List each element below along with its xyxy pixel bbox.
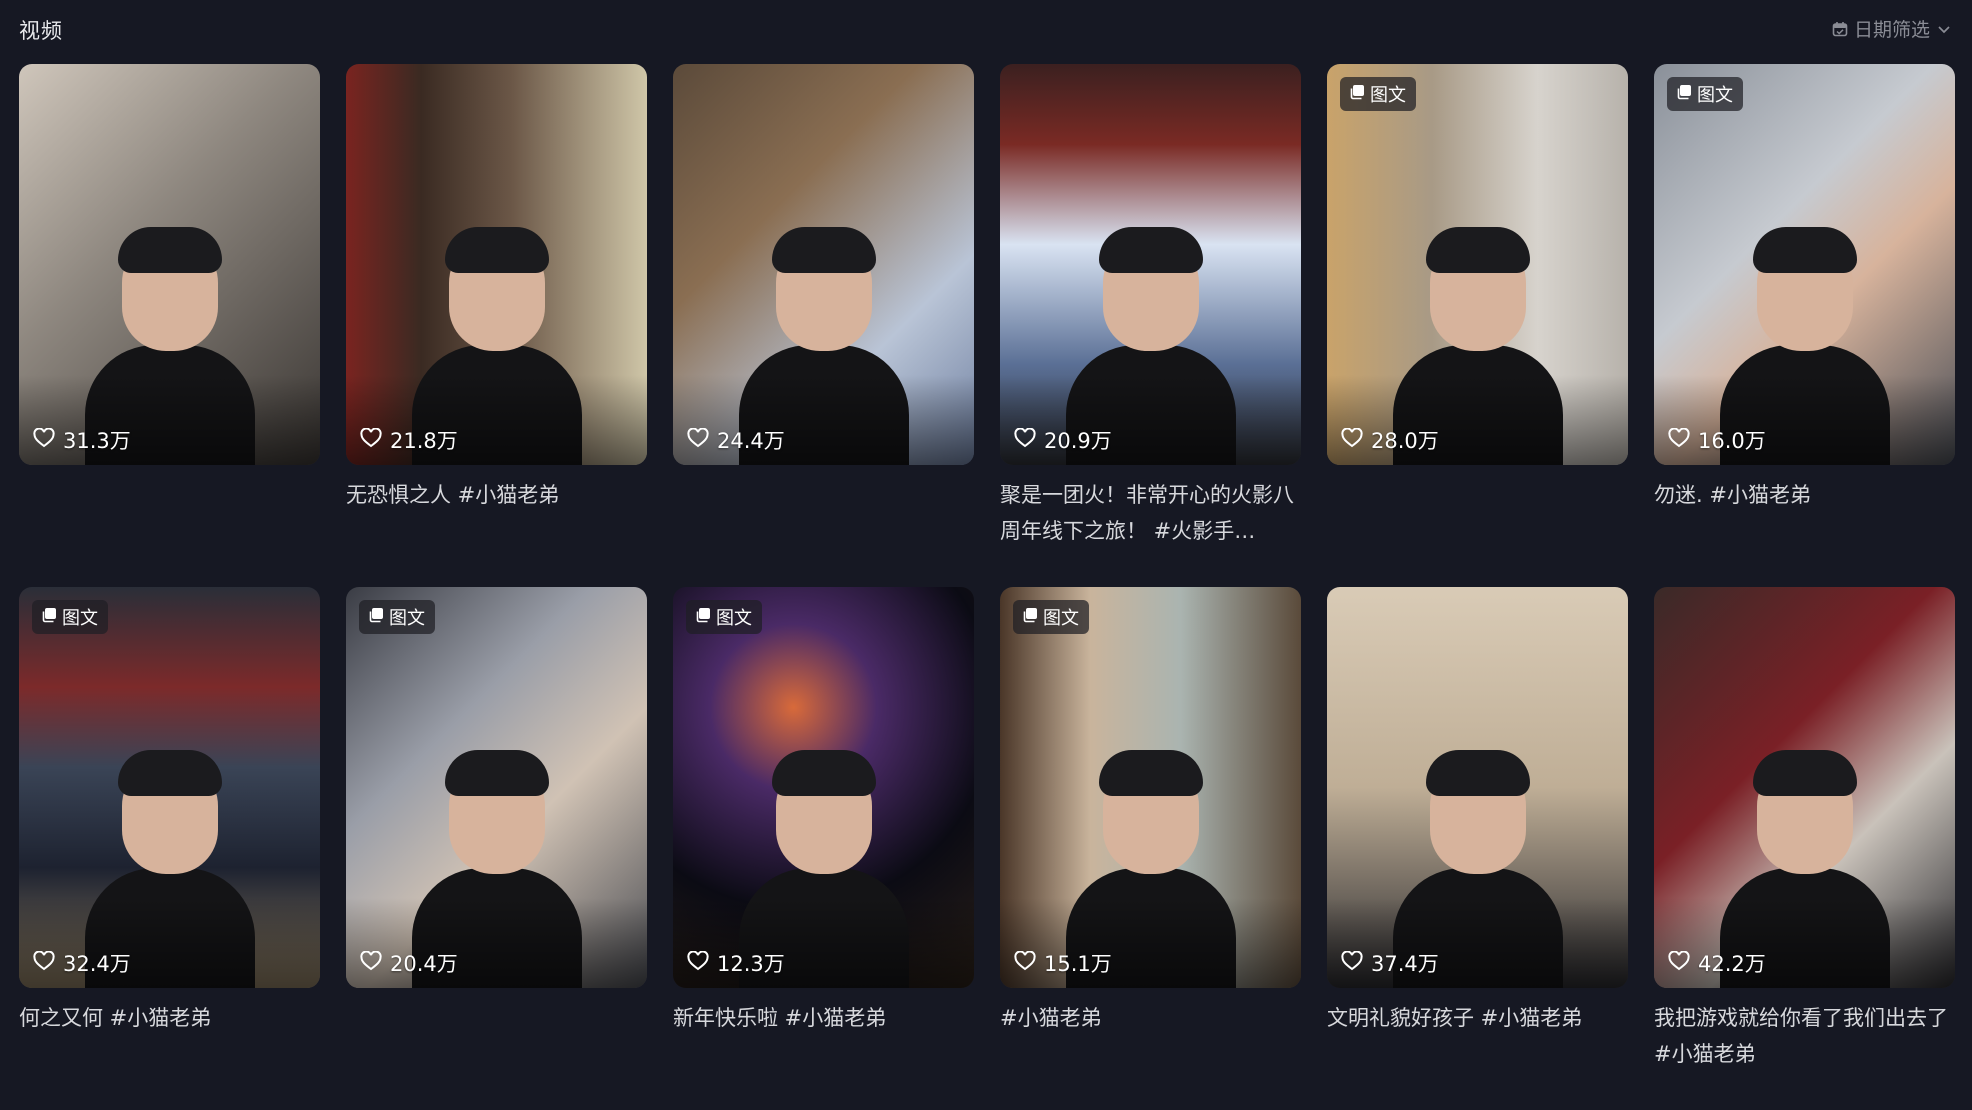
video-grid: 31.3万 21.8万 无恐惧之人 #小猫老弟 24.4万 20.9万 聚是一团… <box>19 64 1955 1110</box>
like-count: 15.1万 <box>1014 948 1112 978</box>
video-thumbnail[interactable]: 42.2万 <box>1654 587 1955 988</box>
like-count: 16.0万 <box>1668 425 1766 455</box>
section-title: 视频 <box>19 19 63 43</box>
images-icon <box>695 607 711 628</box>
like-count: 37.4万 <box>1341 948 1439 978</box>
like-count: 42.2万 <box>1668 948 1766 978</box>
like-count: 32.4万 <box>33 948 131 978</box>
video-thumbnail[interactable]: 图文 28.0万 <box>1327 64 1628 465</box>
video-card[interactable]: 图文 20.4万 <box>346 587 647 1110</box>
like-count-value: 37.4万 <box>1371 952 1439 976</box>
images-icon <box>1022 607 1038 628</box>
heart-icon <box>1014 426 1036 453</box>
video-card[interactable]: 37.4万 文明礼貌好孩子 #小猫老弟 <box>1327 587 1628 1110</box>
video-thumbnail[interactable]: 24.4万 <box>673 64 974 465</box>
heart-icon <box>687 949 709 976</box>
video-thumbnail[interactable]: 图文 16.0万 <box>1654 64 1955 465</box>
image-post-badge: 图文 <box>1667 77 1743 111</box>
image-post-badge: 图文 <box>32 600 108 634</box>
like-count: 12.3万 <box>687 948 785 978</box>
heart-icon <box>1341 949 1363 976</box>
video-thumbnail[interactable]: 图文 32.4万 <box>19 587 320 988</box>
like-count-value: 12.3万 <box>717 952 785 976</box>
like-count-value: 20.4万 <box>390 952 458 976</box>
image-post-badge: 图文 <box>1013 600 1089 634</box>
like-count-value: 28.0万 <box>1371 429 1439 453</box>
date-filter-label: 日期筛选 <box>1853 19 1930 41</box>
heart-icon <box>33 949 55 976</box>
like-count-value: 24.4万 <box>717 429 785 453</box>
header: 视频 日期筛选 <box>0 0 1972 58</box>
video-card[interactable]: 图文 32.4万 何之又何 #小猫老弟 <box>19 587 320 1110</box>
video-thumbnail[interactable]: 图文 20.4万 <box>346 587 647 988</box>
video-card[interactable]: 图文 28.0万 <box>1327 64 1628 587</box>
video-card[interactable]: 42.2万 我把游戏就给你看了我们出去了 #小猫老弟 <box>1654 587 1955 1110</box>
like-count: 31.3万 <box>33 425 131 455</box>
like-count-value: 20.9万 <box>1044 429 1112 453</box>
like-count: 21.8万 <box>360 425 458 455</box>
heart-icon <box>1014 949 1036 976</box>
images-icon <box>41 607 57 628</box>
date-filter-button[interactable]: 日期筛选 <box>1832 15 1952 42</box>
badge-label: 图文 <box>1370 85 1406 106</box>
like-count: 20.4万 <box>360 948 458 978</box>
chevron-down-icon <box>1936 21 1952 37</box>
video-card[interactable]: 31.3万 <box>19 64 320 587</box>
like-count-value: 21.8万 <box>390 429 458 453</box>
heart-icon <box>1668 949 1690 976</box>
heart-icon <box>360 949 382 976</box>
video-thumbnail[interactable]: 31.3万 <box>19 64 320 465</box>
like-count-value: 16.0万 <box>1698 429 1766 453</box>
heart-icon <box>360 426 382 453</box>
video-card[interactable]: 图文 15.1万 #小猫老弟 <box>1000 587 1301 1110</box>
video-caption[interactable]: 文明礼貌好孩子 #小猫老弟 <box>1327 1000 1628 1036</box>
video-thumbnail[interactable]: 20.9万 <box>1000 64 1301 465</box>
images-icon <box>1349 84 1365 105</box>
video-card[interactable]: 21.8万 无恐惧之人 #小猫老弟 <box>346 64 647 587</box>
badge-label: 图文 <box>1697 85 1733 106</box>
like-count: 20.9万 <box>1014 425 1112 455</box>
image-post-badge: 图文 <box>686 600 762 634</box>
heart-icon <box>33 426 55 453</box>
calendar-icon <box>1832 21 1848 37</box>
like-count-value: 15.1万 <box>1044 952 1112 976</box>
video-caption[interactable]: 新年快乐啦 #小猫老弟 <box>673 1000 974 1036</box>
like-count-value: 42.2万 <box>1698 952 1766 976</box>
video-caption[interactable]: 勿迷. #小猫老弟 <box>1654 477 1955 513</box>
badge-label: 图文 <box>716 608 752 629</box>
video-thumbnail[interactable]: 图文 15.1万 <box>1000 587 1301 988</box>
video-caption[interactable]: #小猫老弟 <box>1000 1000 1301 1036</box>
video-caption[interactable]: 何之又何 #小猫老弟 <box>19 1000 320 1036</box>
video-caption[interactable]: 无恐惧之人 #小猫老弟 <box>346 477 647 513</box>
video-card[interactable]: 图文 16.0万 勿迷. #小猫老弟 <box>1654 64 1955 587</box>
video-thumbnail[interactable]: 21.8万 <box>346 64 647 465</box>
image-post-badge: 图文 <box>359 600 435 634</box>
video-thumbnail[interactable]: 图文 12.3万 <box>673 587 974 988</box>
images-icon <box>1676 84 1692 105</box>
heart-icon <box>1341 426 1363 453</box>
like-count: 28.0万 <box>1341 425 1439 455</box>
like-count-value: 32.4万 <box>63 952 131 976</box>
video-card[interactable]: 图文 12.3万 新年快乐啦 #小猫老弟 <box>673 587 974 1110</box>
video-card[interactable]: 20.9万 聚是一团火！非常开心的火影八周年线下之旅！ #火影手… <box>1000 64 1301 587</box>
video-thumbnail[interactable]: 37.4万 <box>1327 587 1628 988</box>
images-icon <box>368 607 384 628</box>
like-count-value: 31.3万 <box>63 429 131 453</box>
heart-icon <box>1668 426 1690 453</box>
image-post-badge: 图文 <box>1340 77 1416 111</box>
like-count: 24.4万 <box>687 425 785 455</box>
badge-label: 图文 <box>1043 608 1079 629</box>
badge-label: 图文 <box>62 608 98 629</box>
badge-label: 图文 <box>389 608 425 629</box>
heart-icon <box>687 426 709 453</box>
video-caption[interactable]: 聚是一团火！非常开心的火影八周年线下之旅！ #火影手… <box>1000 477 1301 549</box>
video-card[interactable]: 24.4万 <box>673 64 974 587</box>
